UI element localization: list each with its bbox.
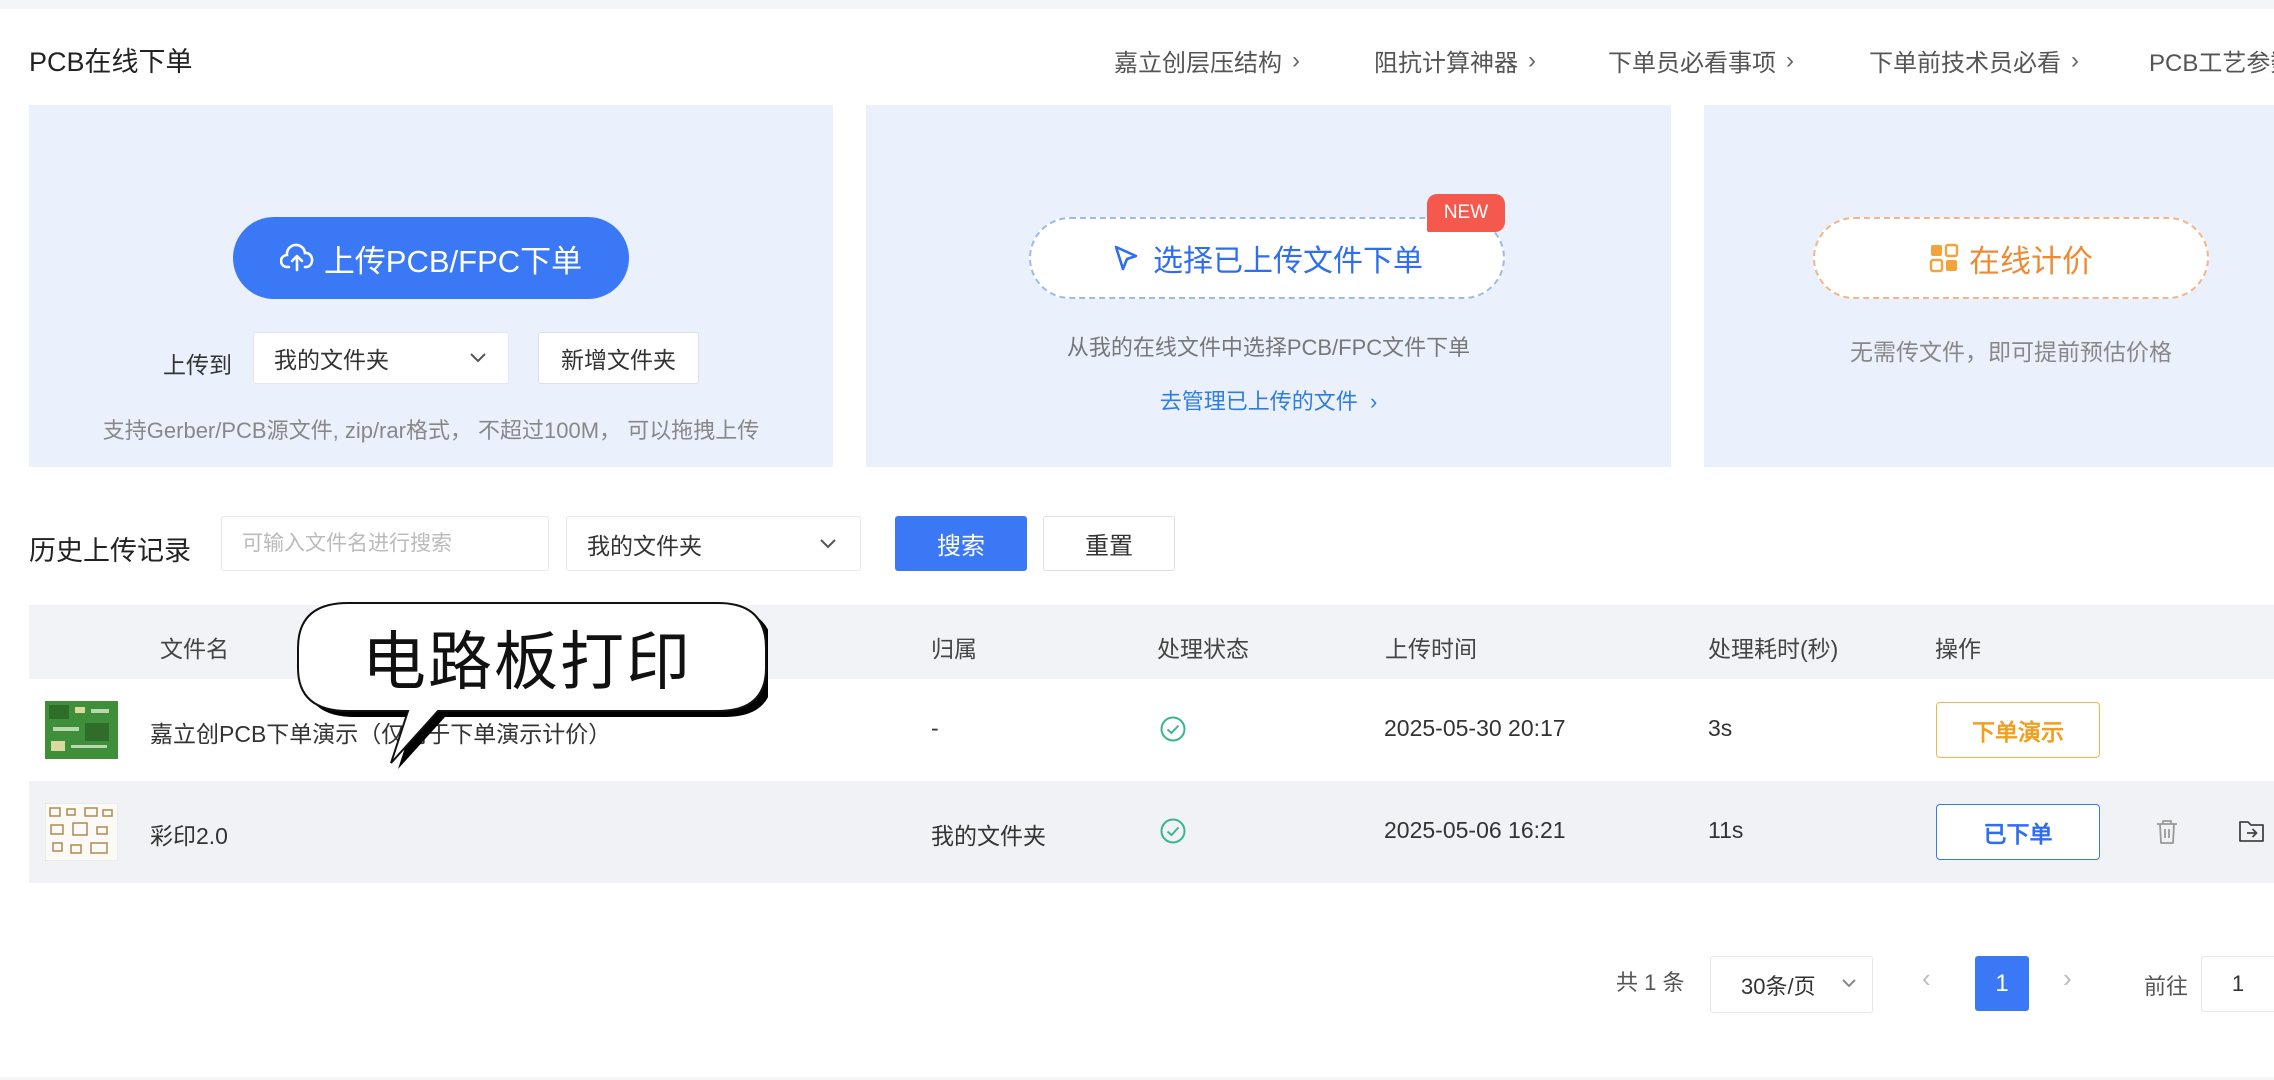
chevron-right-icon: ›: [1528, 46, 1536, 74]
file-name[interactable]: 彩印2.0: [150, 817, 228, 851]
file-owner: 我的文件夹: [931, 823, 1046, 849]
column-header-upload-time: 上传时间: [1385, 636, 1477, 662]
manage-files-label: 去管理已上传的文件: [1159, 389, 1358, 414]
new-folder-button[interactable]: 新增文件夹: [538, 332, 699, 384]
manage-files-link[interactable]: 去管理已上传的文件 ›: [866, 384, 1671, 416]
upload-folder-value: 我的文件夹: [274, 347, 389, 373]
cloud-upload-icon: [279, 243, 314, 272]
nav-link-lamination[interactable]: 嘉立创层压结构 ›: [1114, 43, 1300, 78]
upload-to-label: 上传到: [163, 352, 232, 378]
calculator-icon: [1929, 243, 1959, 273]
ordered-button[interactable]: 已下单: [1936, 804, 2100, 860]
online-quote-card[interactable]: 在线计价 无需传文件，即可提前预估价格: [1704, 105, 2274, 467]
chevron-down-icon: [820, 539, 836, 549]
page-size-select[interactable]: 30条/页: [1710, 956, 1873, 1013]
cursor-arrow-icon: [1114, 245, 1138, 271]
next-page-button[interactable]: ›: [2063, 963, 2072, 994]
folder-filter-select[interactable]: 我的文件夹: [566, 516, 861, 571]
upload-hint: 支持Gerber/PCB源文件, zip/rar格式， 不超过100M， 可以拖…: [102, 418, 760, 443]
check-circle-icon: [1160, 818, 1186, 844]
page: PCB在线下单 嘉立创层压结构 › 阻抗计算神器 › 下单员必看事项 › 下单前技术员…: [0, 9, 2274, 1077]
goto-page-input[interactable]: [2201, 956, 2274, 1012]
nav-link-order-notes[interactable]: 下单员必看事项 ›: [1608, 43, 1794, 78]
column-header-duration: 处理耗时(秒): [1708, 636, 1839, 662]
top-nav: 嘉立创层压结构 › 阻抗计算神器 › 下单员必看事项 › 下单前技术员必看 › PCB工…: [0, 43, 2274, 83]
history-title: 历史上传记录: [29, 536, 191, 566]
column-header-filename: 文件名: [160, 636, 229, 662]
processing-duration: 11s: [1708, 817, 1744, 843]
speech-bubble-text: 电路板打印: [362, 626, 692, 700]
upload-folder-select[interactable]: 我的文件夹: [253, 332, 509, 384]
reset-button[interactable]: 重置: [1043, 516, 1175, 571]
select-uploaded-label: 选择已上传文件下单: [1153, 245, 1423, 278]
nav-link-label: 下单前技术员必看: [1869, 50, 2061, 77]
column-header-status: 处理状态: [1157, 636, 1249, 662]
upload-card[interactable]: 上传PCB/FPC下单 上传到 我的文件夹 新增文件夹 支持Gerber/PCB…: [29, 105, 833, 467]
pcb-thumbnail: [45, 701, 118, 759]
table-row[interactable]: 彩印2.0 我的文件夹 2025-05-06 16:21 11s 已下单: [29, 781, 2274, 883]
upload-time: 2025-05-30 20:17: [1384, 715, 1566, 741]
nav-link-label: PCB工艺参数: [2149, 50, 2274, 77]
new-badge: NEW: [1427, 194, 1505, 232]
chevron-down-icon: [1842, 979, 1856, 988]
upload-pcb-label: 上传PCB/FPC下单: [323, 243, 583, 279]
goto-label: 前往: [2144, 974, 2189, 999]
nav-link-tech-notes[interactable]: 下单前技术员必看 ›: [1869, 43, 2079, 78]
nav-link-label: 嘉立创层压结构: [1114, 50, 1282, 77]
column-header-actions: 操作: [1935, 636, 1981, 662]
upload-time: 2025-05-06 16:21: [1384, 817, 1566, 843]
column-header-owner: 归属: [931, 636, 977, 662]
pagination-total: 共 1 条: [1616, 970, 1685, 995]
page-number-current[interactable]: 1: [1975, 956, 2029, 1011]
file-owner: -: [931, 715, 939, 741]
online-quote-hint: 无需传文件，即可提前预估价格: [1850, 339, 2172, 365]
chevron-right-icon: ›: [1292, 46, 1300, 74]
nav-link-label: 下单员必看事项: [1608, 50, 1776, 77]
chevron-right-icon: ›: [2071, 46, 2079, 74]
chevron-right-icon: ›: [1786, 46, 1794, 74]
nav-link-impedance[interactable]: 阻抗计算神器 ›: [1374, 43, 1536, 78]
move-to-folder-icon[interactable]: [2237, 817, 2267, 845]
select-uploaded-card[interactable]: 选择已上传文件下单 NEW 从我的在线文件中选择PCB/FPC文件下单 去管理已…: [866, 105, 1671, 467]
online-quote-label: 在线计价: [1969, 243, 2093, 279]
folder-filter-value: 我的文件夹: [587, 532, 702, 559]
chevron-right-icon: ›: [1363, 389, 1378, 414]
online-quote-button[interactable]: 在线计价: [1813, 217, 2209, 299]
order-demo-button[interactable]: 下单演示: [1936, 702, 2100, 758]
chevron-down-icon: [470, 353, 486, 363]
search-button[interactable]: 搜索: [895, 516, 1027, 571]
trash-icon[interactable]: [2154, 818, 2180, 846]
select-uploaded-hint: 从我的在线文件中选择PCB/FPC文件下单: [1066, 335, 1471, 360]
nav-link-label: 阻抗计算神器: [1374, 50, 1518, 77]
check-circle-icon: [1160, 716, 1186, 742]
processing-duration: 3s: [1708, 715, 1733, 741]
pcb-thumbnail: [45, 803, 118, 861]
upload-pcb-button[interactable]: 上传PCB/FPC下单: [233, 217, 629, 299]
page-size-value: 30条/页: [1741, 973, 1816, 999]
filename-search-input[interactable]: [221, 516, 549, 571]
prev-page-button[interactable]: ‹: [1922, 963, 1931, 994]
nav-link-process-params[interactable]: PCB工艺参数: [2149, 43, 2274, 78]
